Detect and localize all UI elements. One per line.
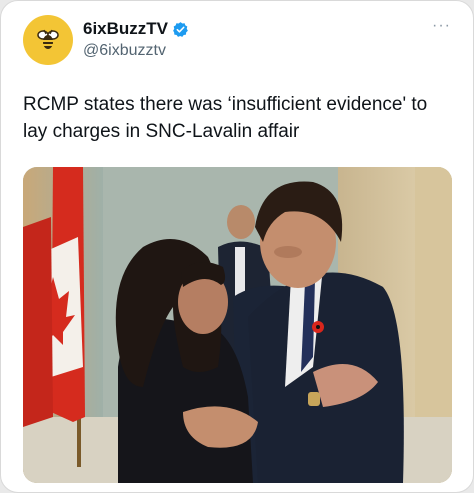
bee-logo-icon — [37, 29, 59, 49]
verified-badge-icon — [173, 21, 188, 37]
author-name-row[interactable]: 6ixBuzzTV — [83, 19, 189, 39]
more-options-icon[interactable]: ··· — [432, 17, 451, 35]
tweet-card[interactable]: 6ixBuzzTV @6ixbuzztv ··· RCMP states the… — [0, 0, 474, 493]
tweet-photo[interactable] — [23, 167, 452, 483]
wristwatch — [308, 392, 320, 406]
display-name[interactable]: 6ixBuzzTV — [83, 19, 168, 39]
tweet-text: RCMP states there was ‘insufficient evid… — [23, 94, 428, 142]
avatar[interactable] — [23, 15, 73, 65]
handle[interactable]: @6ixbuzztv — [83, 42, 166, 60]
